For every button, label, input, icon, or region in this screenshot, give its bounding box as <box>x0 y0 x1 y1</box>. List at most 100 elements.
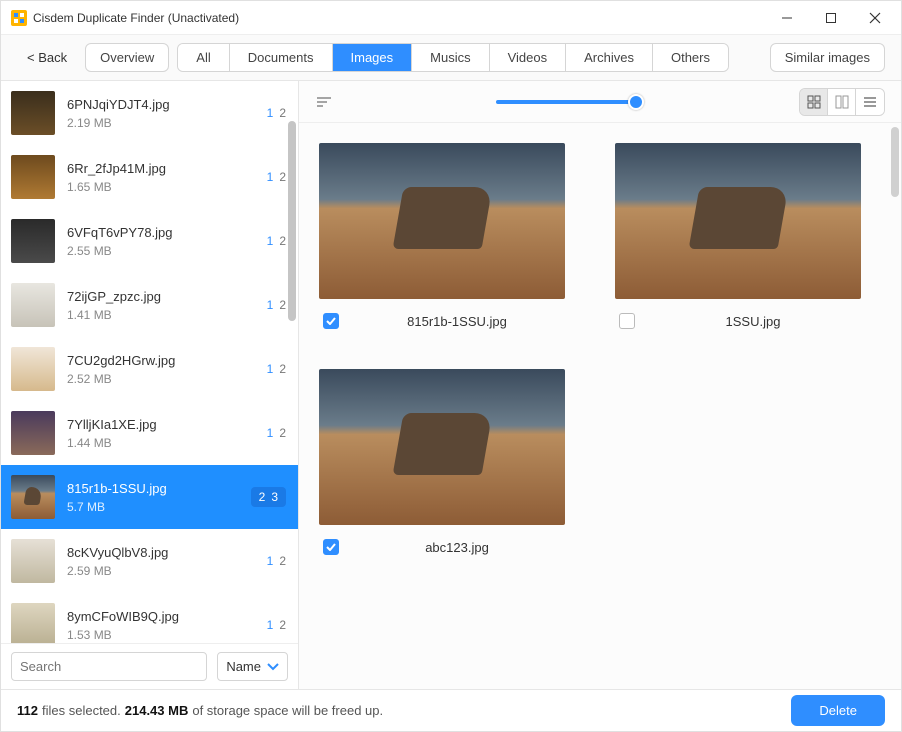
similar-images-button[interactable]: Similar images <box>770 43 885 72</box>
file-name: 8ymCFoWIB9Q.jpg <box>67 609 255 624</box>
list-item[interactable]: 8cKVyuQlbV8.jpg 2.59 MB 1 2 <box>1 529 298 593</box>
duplicate-badges: 1 2 <box>267 618 286 632</box>
thumbnail-card[interactable]: 1SSU.jpg <box>615 143 861 329</box>
badge-selected-count: 1 <box>267 170 274 184</box>
file-name: 7YlljKIa1XE.jpg <box>67 417 255 432</box>
view-columns-button[interactable] <box>828 89 856 115</box>
file-name: 6PNJqiYDJT4.jpg <box>67 97 255 112</box>
file-size: 2.59 MB <box>67 564 255 578</box>
badge-selected-count: 2 <box>259 490 266 504</box>
tab-archives[interactable]: Archives <box>566 44 653 71</box>
tab-videos[interactable]: Videos <box>490 44 567 71</box>
view-mode-toggles <box>799 88 885 116</box>
card-footer: abc123.jpg <box>319 539 565 555</box>
list-item[interactable]: 72ijGP_zpzc.jpg 1.41 MB 1 2 <box>1 273 298 337</box>
badge-selected-count: 1 <box>267 106 274 120</box>
file-thumbnail <box>11 603 55 643</box>
file-meta: 8cKVyuQlbV8.jpg 2.59 MB <box>67 545 255 578</box>
scrollbar-thumb[interactable] <box>288 121 296 321</box>
thumbnail-grid[interactable]: 815r1b-1SSU.jpg 1SSU.jpg abc123.jpg <box>299 123 901 689</box>
search-input[interactable] <box>11 652 207 681</box>
tab-documents[interactable]: Documents <box>230 44 333 71</box>
card-footer: 815r1b-1SSU.jpg <box>319 313 565 329</box>
tab-images[interactable]: Images <box>333 44 413 71</box>
delete-button[interactable]: Delete <box>791 695 885 726</box>
selected-count-suffix: files selected. <box>42 703 121 718</box>
badge-selected-count: 1 <box>267 554 274 568</box>
list-item[interactable]: 7CU2gd2HGrw.jpg 2.52 MB 1 2 <box>1 337 298 401</box>
thumbnail-card[interactable]: 815r1b-1SSU.jpg <box>319 143 565 329</box>
file-meta: 6PNJqiYDJT4.jpg 2.19 MB <box>67 97 255 130</box>
badge-total-count: 2 <box>279 170 286 184</box>
duplicate-badges: 1 2 <box>267 554 286 568</box>
card-filename: 815r1b-1SSU.jpg <box>353 314 561 329</box>
list-item[interactable]: 6Rr_2fJp41M.jpg 1.65 MB 1 2 <box>1 145 298 209</box>
chevron-down-icon <box>267 663 279 671</box>
duplicate-badges: 1 2 <box>267 170 286 184</box>
file-name: 6Rr_2fJp41M.jpg <box>67 161 255 176</box>
checkbox[interactable] <box>323 313 339 329</box>
sort-select[interactable]: Name <box>217 652 288 681</box>
file-size: 2.19 MB <box>67 116 255 130</box>
badge-total-count: 2 <box>279 618 286 632</box>
tab-all[interactable]: All <box>178 44 229 71</box>
list-item[interactable]: 6PNJqiYDJT4.jpg 2.19 MB 1 2 <box>1 81 298 145</box>
file-thumbnail <box>11 411 55 455</box>
back-button[interactable]: < Back <box>17 44 77 71</box>
card-image <box>319 143 565 299</box>
badge-selected-count: 1 <box>267 426 274 440</box>
file-size: 2.55 MB <box>67 244 255 258</box>
badge-total-count: 2 <box>279 298 286 312</box>
overview-button[interactable]: Overview <box>85 43 169 72</box>
maximize-button[interactable] <box>809 1 853 35</box>
list-item[interactable]: 6VFqT6vPY78.jpg 2.55 MB 1 2 <box>1 209 298 273</box>
badge-total-count: 2 <box>279 362 286 376</box>
file-meta: 72ijGP_zpzc.jpg 1.41 MB <box>67 289 255 322</box>
badge-selected-count: 1 <box>267 298 274 312</box>
file-name: 815r1b-1SSU.jpg <box>67 481 239 496</box>
file-meta: 8ymCFoWIB9Q.jpg 1.53 MB <box>67 609 255 642</box>
badge-selected-count: 1 <box>267 362 274 376</box>
content-scrollbar-thumb[interactable] <box>891 127 899 197</box>
duplicate-badges: 1 2 <box>267 426 286 440</box>
sidebar: 6PNJqiYDJT4.jpg 2.19 MB 1 2 6Rr_2fJp41M.… <box>1 81 299 689</box>
thumbnail-size-slider[interactable] <box>343 100 789 104</box>
duplicate-badges: 1 2 <box>267 106 286 120</box>
freed-size-suffix: of storage space will be freed up. <box>192 703 383 718</box>
card-filename: abc123.jpg <box>353 540 561 555</box>
content-header <box>299 81 901 123</box>
file-name: 7CU2gd2HGrw.jpg <box>67 353 255 368</box>
thumbnail-card[interactable]: abc123.jpg <box>319 369 565 555</box>
file-list[interactable]: 6PNJqiYDJT4.jpg 2.19 MB 1 2 6Rr_2fJp41M.… <box>1 81 298 643</box>
tab-musics[interactable]: Musics <box>412 44 489 71</box>
close-button[interactable] <box>853 1 897 35</box>
checkbox[interactable] <box>619 313 635 329</box>
view-grid-button[interactable] <box>800 89 828 115</box>
file-size: 5.7 MB <box>67 500 239 514</box>
list-item[interactable]: 815r1b-1SSU.jpg 5.7 MB 2 3 <box>1 465 298 529</box>
file-meta: 6VFqT6vPY78.jpg 2.55 MB <box>67 225 255 258</box>
file-size: 1.65 MB <box>67 180 255 194</box>
list-item[interactable]: 7YlljKIa1XE.jpg 1.44 MB 1 2 <box>1 401 298 465</box>
card-image <box>319 369 565 525</box>
checkbox[interactable] <box>323 539 339 555</box>
minimize-button[interactable] <box>765 1 809 35</box>
card-filename: 1SSU.jpg <box>649 314 857 329</box>
file-thumbnail <box>11 219 55 263</box>
tab-others[interactable]: Others <box>653 44 728 71</box>
badge-total-count: 2 <box>279 426 286 440</box>
file-thumbnail <box>11 91 55 135</box>
sort-icon[interactable] <box>315 95 333 109</box>
main: 6PNJqiYDJT4.jpg 2.19 MB 1 2 6Rr_2fJp41M.… <box>1 81 901 689</box>
badge-total-count: 2 <box>279 234 286 248</box>
app-icon <box>11 10 27 26</box>
file-size: 2.52 MB <box>67 372 255 386</box>
titlebar: Cisdem Duplicate Finder (Unactivated) <box>1 1 901 35</box>
file-thumbnail <box>11 155 55 199</box>
card-image <box>615 143 861 299</box>
badge-selected-count: 1 <box>267 618 274 632</box>
file-meta: 7CU2gd2HGrw.jpg 2.52 MB <box>67 353 255 386</box>
view-list-button[interactable] <box>856 89 884 115</box>
list-item[interactable]: 8ymCFoWIB9Q.jpg 1.53 MB 1 2 <box>1 593 298 643</box>
file-thumbnail <box>11 475 55 519</box>
